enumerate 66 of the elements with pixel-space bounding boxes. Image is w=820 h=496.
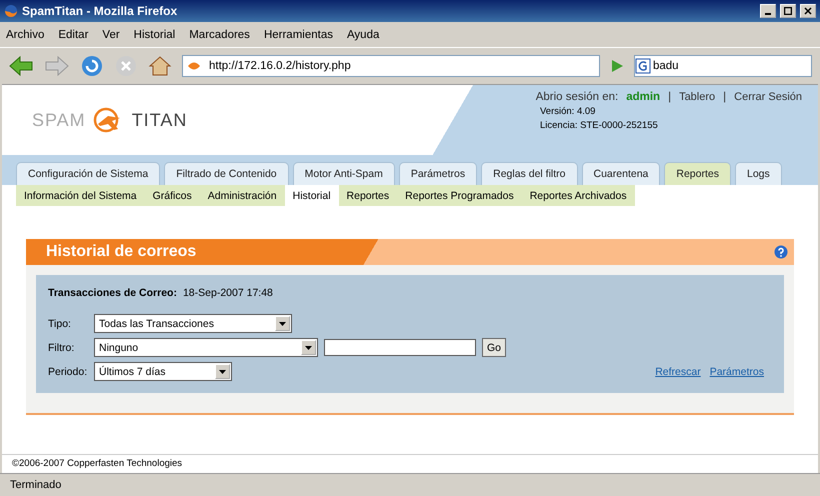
nav-tab[interactable]: Configuración de Sistema <box>16 162 160 185</box>
header-link[interactable]: Cerrar Sesión <box>734 91 802 103</box>
search-bar[interactable]: badu <box>634 55 812 77</box>
separator: | <box>723 91 726 103</box>
version-text: Versión: 4.09 <box>540 106 596 117</box>
subnav-tab[interactable]: Administración <box>200 185 285 206</box>
dropdown[interactable]: Últimos 7 días <box>94 362 232 381</box>
panel-link[interactable]: Refrescar <box>655 366 701 378</box>
menu-item[interactable]: Herramientas <box>264 28 333 40</box>
go-button[interactable] <box>610 59 624 73</box>
nav-tab[interactable]: Logs <box>734 162 782 185</box>
nav-tab[interactable]: Motor Anti-Spam <box>292 162 395 185</box>
menu-item[interactable]: Editar <box>58 28 88 40</box>
caret-icon <box>219 370 226 374</box>
site-icon <box>187 60 201 72</box>
menu-item[interactable]: Ver <box>102 28 120 40</box>
subnav-tab[interactable]: Reportes Archivados <box>522 185 635 206</box>
logo-text: SPAM <box>32 110 86 130</box>
menu-item[interactable]: Archivo <box>6 28 44 40</box>
help-icon[interactable] <box>774 245 788 259</box>
subnav-tab[interactable]: Reportes Programados <box>397 185 522 206</box>
maximize-icon <box>784 7 792 15</box>
go-button[interactable]: Go <box>482 338 506 357</box>
caret-icon <box>305 346 312 350</box>
license-text: Licencia: STE-0000-252155 <box>540 120 659 131</box>
nav-tab[interactable]: Parámetros <box>398 162 478 185</box>
menu-item[interactable]: Ayuda <box>346 28 380 40</box>
caret-icon <box>279 322 286 326</box>
section-heading: Transacciones de Correo: <box>48 287 177 299</box>
menu-item[interactable]: Historial <box>134 28 176 40</box>
dropdown[interactable]: Todas las Transacciones <box>94 314 292 333</box>
reload-button[interactable] <box>80 54 104 78</box>
subnav-tab[interactable]: Historial <box>284 185 339 206</box>
header-link[interactable]: Tablero <box>679 91 716 103</box>
window-title: SpamTitan - Mozilla Firefox <box>22 4 178 18</box>
status-text: Terminado <box>10 479 62 491</box>
subnav-tab[interactable]: Información del Sistema <box>16 185 145 206</box>
minimize-button[interactable] <box>760 4 776 18</box>
panel-link[interactable]: Parámetros <box>710 366 764 378</box>
user-name: admin <box>626 91 660 103</box>
nav-tab[interactable]: Reportes <box>664 162 731 185</box>
firefox-icon <box>4 4 18 18</box>
subnav-tab[interactable]: Reportes <box>338 185 398 206</box>
close-icon <box>804 7 812 15</box>
nav-tab[interactable]: Filtrado de Contenido <box>164 162 289 185</box>
maximize-button[interactable] <box>780 4 796 18</box>
search-engine-icon <box>635 58 651 74</box>
dropdown[interactable]: Ninguno <box>94 338 318 357</box>
nav-tab[interactable]: Cuarentena <box>582 162 660 185</box>
filter-input[interactable] <box>324 339 476 356</box>
close-button[interactable] <box>800 4 816 18</box>
session-label: Abrio sesión en: <box>536 91 618 103</box>
menu-item[interactable]: Marcadores <box>189 28 250 40</box>
timestamp: 18-Sep-2007 17:48 <box>182 287 273 299</box>
field-label: Filtro: <box>48 342 76 354</box>
back-button[interactable] <box>8 55 34 77</box>
separator: | <box>668 91 672 103</box>
logo-text: TITAN <box>132 110 188 130</box>
subnav-tab[interactable]: Gráficos <box>144 185 200 206</box>
footer-text: ©2006-2007 Copperfasten Technologies <box>2 454 818 473</box>
nav-tab[interactable]: Reglas del filtro <box>481 162 578 185</box>
panel-title: Historial de correos <box>46 243 198 261</box>
field-label: Tipo: <box>48 318 72 330</box>
home-button[interactable] <box>148 54 172 78</box>
address-bar[interactable]: http://172.16.0.2/history.php <box>182 55 600 77</box>
field-label: Periodo: <box>48 366 88 378</box>
